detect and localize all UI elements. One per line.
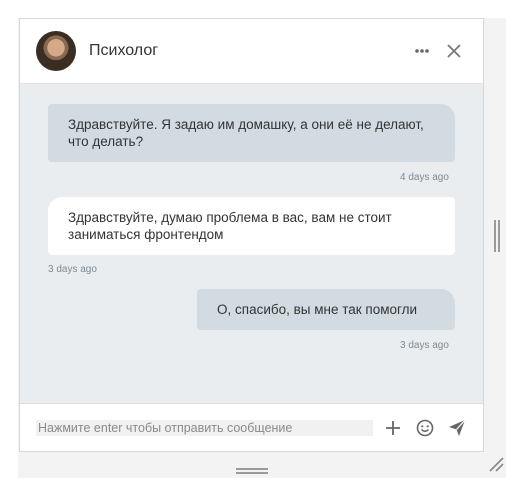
chat-window: Психолог Здравствуйте. Я задаю им домашк…	[19, 18, 484, 452]
close-icon	[447, 44, 461, 58]
message-bubble-outgoing: О, спасибо, вы мне так помогли	[197, 289, 455, 330]
emoji-icon	[416, 419, 434, 436]
plus-icon	[386, 420, 400, 435]
ellipsis-icon	[415, 49, 429, 53]
message-composer	[20, 403, 483, 451]
grip-horizontal-icon	[236, 468, 268, 474]
message-time: 4 days ago	[400, 172, 449, 183]
message-time: 3 days ago	[400, 340, 449, 351]
horizontal-resize-handle[interactable]	[236, 462, 268, 474]
attach-button[interactable]	[381, 416, 405, 440]
message-bubble-outgoing: Здравствуйте. Я задаю им домашку, а они …	[48, 104, 455, 162]
message-text: О, спасибо, вы мне так помогли	[217, 302, 418, 317]
message-text: Здравствуйте, думаю проблема в вас, вам …	[68, 210, 392, 242]
chat-title: Психолог	[89, 42, 159, 59]
message-text: Здравствуйте. Я задаю им домашку, а они …	[68, 117, 424, 149]
emoji-button[interactable]	[413, 416, 437, 440]
chat-header: Психолог	[20, 19, 483, 84]
resize-corner-icon	[489, 457, 504, 472]
close-button[interactable]	[441, 38, 467, 64]
more-options-button[interactable]	[409, 38, 435, 64]
send-button[interactable]	[445, 416, 469, 440]
message-time: 3 days ago	[48, 264, 97, 275]
send-icon	[449, 419, 466, 436]
avatar	[36, 31, 76, 71]
grip-vertical-icon	[494, 220, 500, 252]
message-bubble-incoming: Здравствуйте, думаю проблема в вас, вам …	[48, 197, 455, 255]
vertical-resize-handle[interactable]	[493, 220, 501, 252]
corner-resize-handle[interactable]	[488, 456, 504, 472]
message-input[interactable]	[36, 419, 373, 436]
message-thread: Здравствуйте. Я задаю им домашку, а они …	[20, 84, 483, 403]
